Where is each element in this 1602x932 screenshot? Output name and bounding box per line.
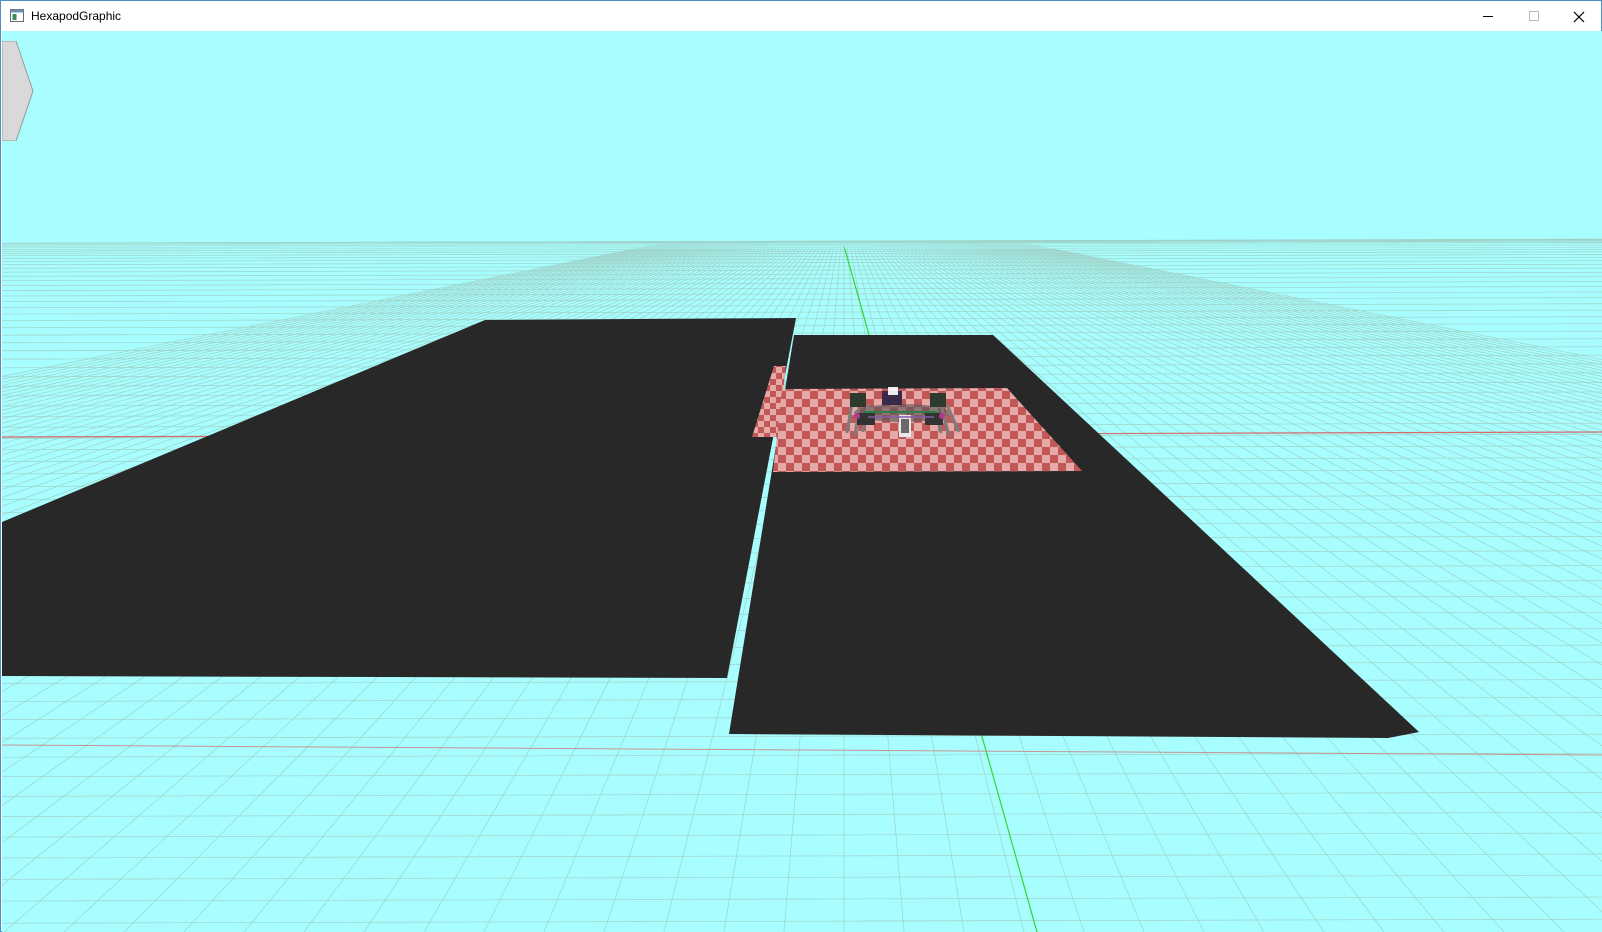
window-title: HexapodGraphic [31,9,122,23]
title-bar[interactable]: HexapodGraphic [1,1,1601,31]
scene-canvas[interactable] [2,31,1602,932]
app-window: HexapodGraphic [0,0,1602,932]
horizon-haze [2,243,1602,249]
maximize-button[interactable] [1511,1,1557,31]
close-icon [1573,11,1585,23]
maximize-icon [1529,11,1539,21]
minimize-icon [1483,16,1493,17]
close-button[interactable] [1556,1,1602,31]
side-panel-toggle[interactable] [2,40,34,142]
minimize-button[interactable] [1465,1,1511,31]
app-window-icon [10,9,24,22]
3d-viewport[interactable] [2,31,1602,932]
chevron-right-icon [2,40,34,142]
